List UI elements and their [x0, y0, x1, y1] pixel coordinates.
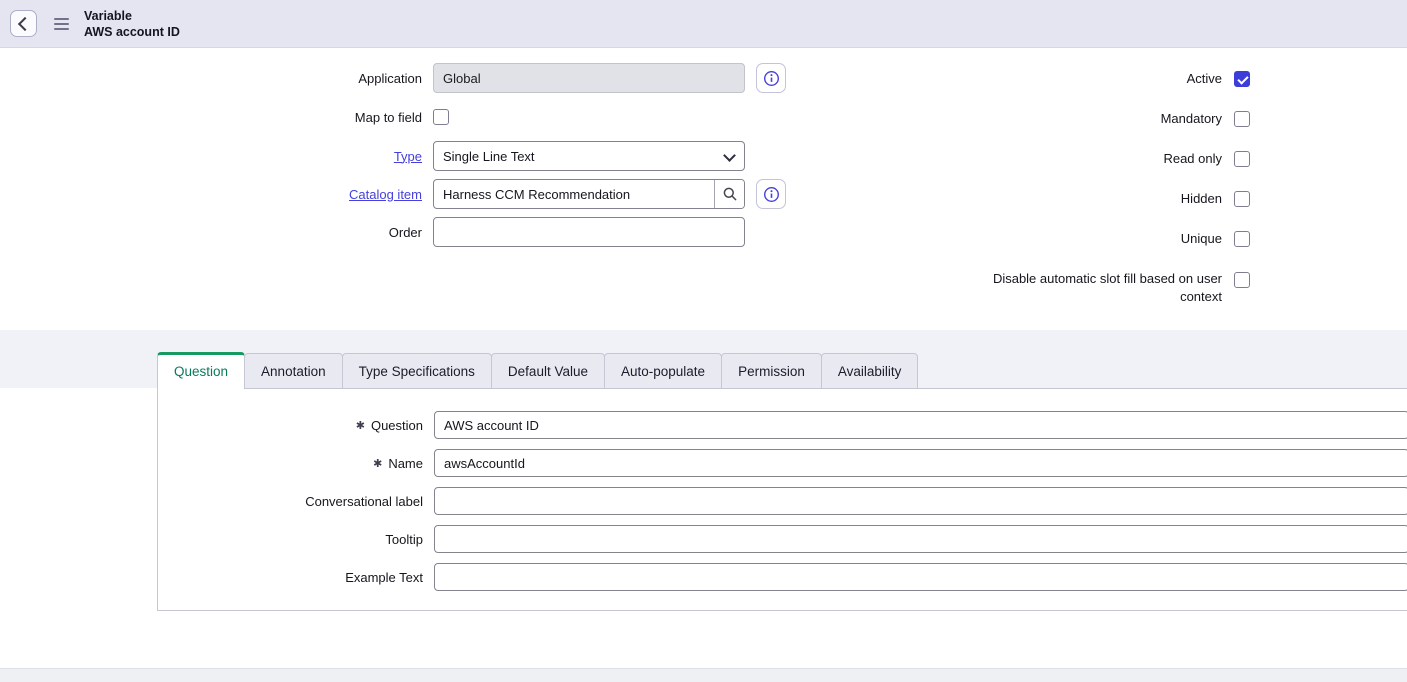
header: Variable AWS account ID	[0, 0, 1407, 48]
question-label: Question	[158, 418, 434, 433]
unique-row: Unique	[975, 230, 1250, 248]
type-row: Type Single Line Text	[0, 140, 745, 172]
record-type-title: Variable	[84, 8, 180, 24]
hidden-checkbox[interactable]	[1234, 191, 1250, 207]
tab-availability[interactable]: Availability	[821, 353, 919, 389]
info-icon	[763, 70, 780, 87]
chevron-left-icon	[18, 16, 32, 30]
tab-auto-populate[interactable]: Auto-populate	[604, 353, 722, 389]
tab-permission[interactable]: Permission	[721, 353, 822, 389]
type-select[interactable]: Single Line Text	[433, 141, 745, 171]
disable-slot-fill-checkbox[interactable]	[1234, 272, 1250, 288]
name-input[interactable]	[434, 449, 1407, 477]
mandatory-row: Mandatory	[975, 110, 1250, 128]
catalog-item-label-link[interactable]: Catalog item	[0, 187, 433, 202]
question-row: Question	[158, 410, 1407, 440]
form-area: Application Map to field Type Single Lin…	[0, 48, 1407, 330]
tab-type-specifications[interactable]: Type Specifications	[342, 353, 492, 389]
tab-bar: Question Annotation Type Specifications …	[157, 352, 917, 389]
tooltip-row: Tooltip	[158, 524, 1407, 554]
back-button[interactable]	[10, 10, 37, 37]
conversational-label-input[interactable]	[434, 487, 1407, 515]
map-to-field-row: Map to field	[0, 101, 449, 133]
disable-slot-fill-label: Disable automatic slot fill based on use…	[979, 270, 1222, 306]
map-to-field-label: Map to field	[0, 110, 433, 125]
catalog-item-row: Catalog item	[0, 178, 786, 210]
active-row: Active	[975, 70, 1250, 88]
type-label-link[interactable]: Type	[0, 149, 433, 164]
type-select-wrap: Single Line Text	[433, 141, 745, 171]
catalog-item-info-button[interactable]	[756, 179, 786, 209]
tab-default-value[interactable]: Default Value	[491, 353, 605, 389]
hidden-row: Hidden	[975, 190, 1250, 208]
question-tab-panel: Question Name Conversational label Toolt…	[157, 388, 1407, 611]
name-row: Name	[158, 448, 1407, 478]
name-label: Name	[158, 456, 434, 471]
order-input[interactable]	[433, 217, 745, 247]
application-label: Application	[0, 71, 433, 86]
order-row: Order	[0, 216, 745, 248]
example-text-input[interactable]	[434, 563, 1407, 591]
record-title: AWS account ID	[84, 24, 180, 40]
disable-slot-fill-row: Disable automatic slot fill based on use…	[975, 270, 1250, 306]
mandatory-checkbox[interactable]	[1234, 111, 1250, 127]
application-info-button[interactable]	[756, 63, 786, 93]
active-label: Active	[1187, 70, 1222, 88]
catalog-item-field-group	[433, 179, 745, 209]
example-text-row: Example Text	[158, 562, 1407, 592]
bottom-bar	[0, 668, 1407, 682]
tab-section: Question Annotation Type Specifications …	[0, 330, 1407, 682]
catalog-item-input[interactable]	[434, 180, 714, 208]
example-text-label: Example Text	[158, 570, 434, 585]
question-input[interactable]	[434, 411, 1407, 439]
conversational-label-row: Conversational label	[158, 486, 1407, 516]
map-to-field-checkbox[interactable]	[433, 109, 449, 125]
read-only-checkbox[interactable]	[1234, 151, 1250, 167]
hidden-label: Hidden	[1181, 190, 1222, 208]
tooltip-input[interactable]	[434, 525, 1407, 553]
catalog-item-lookup-button[interactable]	[714, 180, 744, 208]
active-checkbox[interactable]	[1234, 71, 1250, 87]
read-only-row: Read only	[975, 150, 1250, 168]
conversational-label-label: Conversational label	[158, 494, 434, 509]
unique-label: Unique	[1181, 230, 1222, 248]
search-icon	[722, 186, 738, 202]
menu-icon[interactable]	[54, 18, 69, 30]
unique-checkbox[interactable]	[1234, 231, 1250, 247]
title-block: Variable AWS account ID	[84, 8, 180, 40]
application-row: Application	[0, 62, 786, 94]
tooltip-label: Tooltip	[158, 532, 434, 547]
mandatory-label: Mandatory	[1161, 110, 1222, 128]
tab-question[interactable]: Question	[157, 352, 245, 389]
info-icon	[763, 186, 780, 203]
application-input	[433, 63, 745, 93]
order-label: Order	[0, 225, 433, 240]
read-only-label: Read only	[1163, 150, 1222, 168]
tab-annotation[interactable]: Annotation	[244, 353, 343, 389]
